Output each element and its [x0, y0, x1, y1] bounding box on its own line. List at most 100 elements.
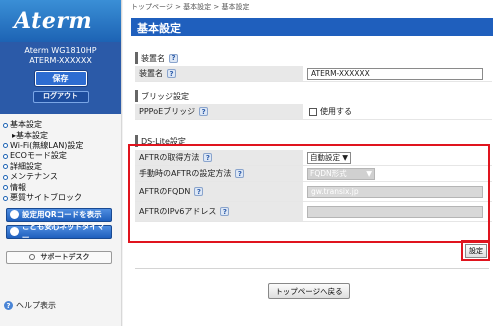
row-label: AFTRのFQDN ? [135, 182, 303, 201]
select-value: 自動設定 [310, 153, 340, 162]
bridge-heading: ブリッジ設定 [141, 91, 189, 101]
pppoe-bridge-label: PPPoEブリッジ [139, 107, 196, 116]
help-toggle[interactable]: ? ヘルプ表示 [4, 300, 56, 311]
chevron-down-icon: ▼ [342, 153, 348, 162]
manual-aftr-select[interactable]: FQDN形式 ▼ [307, 167, 375, 180]
device-model: Aterm WG1810HP [24, 46, 97, 55]
logo-text: Aterm [14, 8, 93, 34]
main-content: トップページ > 基本設定 > 基本設定 基本設定 装置名 ? 装置名 ? ブリ… [123, 0, 500, 326]
bullet-icon [3, 153, 8, 159]
row-label: PPPoEブリッジ ? [135, 104, 303, 119]
row-label: AFTRのIPv6アドレス ? [135, 202, 303, 221]
sidebar-item-wifi[interactable]: Wi-Fi(無線LAN)設定 [3, 141, 121, 152]
device-name-section: 装置名 ? 装置名 ? [135, 52, 492, 82]
help-icon[interactable]: ? [235, 169, 245, 178]
bullet-icon [3, 122, 8, 128]
apply-button[interactable]: 設定 [465, 244, 487, 258]
row-value: 使用する [303, 104, 492, 119]
sidebar-item-label: メンテナンス [10, 172, 58, 181]
chevron-down-icon: ▼ [366, 169, 372, 178]
bullet-icon [3, 195, 8, 201]
help-icon[interactable]: ? [203, 153, 213, 162]
bullet-icon [3, 185, 8, 191]
help-label: ヘルプ表示 [16, 301, 56, 310]
bridge-section: ブリッジ設定 PPPoEブリッジ ? 使用する [135, 90, 492, 120]
device-name-heading: 装置名 [141, 53, 165, 63]
pppoe-bridge-row: PPPoEブリッジ ? 使用する [135, 104, 492, 120]
section-heading: 装置名 ? [135, 52, 492, 64]
back-to-top-button[interactable]: トップページへ戻る [268, 283, 350, 299]
sidebar-item-maintenance[interactable]: メンテナンス [3, 172, 121, 183]
help-icon[interactable]: ? [169, 53, 178, 63]
support-icon [28, 254, 35, 260]
row-label: 装置名 ? [135, 66, 303, 81]
aftr-fqdn-input[interactable] [307, 185, 483, 198]
sidebar-item-basic[interactable]: 基本設定 [3, 120, 121, 131]
dslite-section: DS-Lite設定 AFTRの取得方法 ? 自動設定 ▼ 手動時のAFTRの設定… [135, 135, 492, 222]
row-value: FQDN形式 ▼ [303, 166, 492, 181]
qr-code-button[interactable]: 設定用QRコードを表示 [6, 207, 112, 222]
divider [135, 268, 489, 269]
select-value: FQDN形式 [310, 169, 347, 178]
sidebar-item-label: 詳細設定 [10, 161, 42, 171]
kids-timer-button-label: こども安心ネットタイマー [21, 221, 105, 242]
section-heading: DS-Lite設定 [135, 135, 492, 147]
sidebar-nav: 基本設定 ▸基本設定 Wi-Fi(無線LAN)設定 ECOモード設定 詳細設定 … [0, 114, 121, 204]
support-desk-label: サポートデスク [40, 253, 90, 261]
logout-button[interactable]: ログアウト [32, 91, 89, 103]
sidebar-item-eco[interactable]: ECOモード設定 [3, 151, 121, 162]
aftr-ipv6-row: AFTRのIPv6アドレス ? [135, 202, 492, 222]
support-desk-button[interactable]: サポートデスク [6, 250, 112, 264]
checkbox-label: 使用する [320, 107, 352, 116]
aftr-fqdn-label: AFTRのFQDN [139, 187, 191, 196]
manual-aftr-row: 手動時のAFTRの設定方法 ? FQDN形式 ▼ [135, 166, 492, 182]
bullet-icon [3, 174, 8, 180]
sidebar-item-label: 情報 [10, 182, 26, 192]
sidebar-item-site-block[interactable]: 悪質サイトブロック [3, 193, 121, 204]
sidebar-item-label: 基本設定 [10, 120, 42, 129]
help-icon[interactable]: ? [199, 107, 209, 116]
device-name-label: 装置名 [139, 69, 163, 78]
device-info-panel: Aterm WG1810HP ATERM-XXXXXX 保存 ログアウト [0, 42, 121, 114]
bullet-icon [3, 143, 8, 149]
settei-highlight-box: 設定 [461, 240, 490, 261]
manual-aftr-label: 手動時のAFTRの設定方法 [139, 169, 232, 178]
sidebar-item-info[interactable]: 情報 [3, 183, 121, 194]
sidebar-item-label: 悪質サイトブロック [10, 193, 82, 202]
row-label: AFTRの取得方法 ? [135, 150, 303, 165]
device-name-row: 装置名 ? [135, 66, 492, 82]
row-value [303, 182, 492, 201]
aftr-method-row: AFTRの取得方法 ? 自動設定 ▼ [135, 150, 492, 166]
row-value: 自動設定 ▼ [303, 150, 492, 165]
sidebar: Aterm Aterm WG1810HP ATERM-XXXXXX 保存 ログア… [0, 0, 122, 326]
help-icon[interactable]: ? [167, 69, 176, 78]
device-ssid: ATERM-XXXXXX [29, 56, 92, 65]
bullet-icon [3, 164, 8, 170]
logo: Aterm [0, 0, 121, 42]
help-icon[interactable]: ? [220, 207, 230, 216]
dslite-heading: DS-Lite設定 [141, 136, 186, 146]
aftr-ipv6-label: AFTRのIPv6アドレス [139, 207, 217, 216]
save-button[interactable]: 保存 [34, 71, 87, 86]
device-name-input[interactable] [307, 67, 483, 80]
row-label: 手動時のAFTRの設定方法 ? [135, 166, 303, 181]
aftr-fqdn-row: AFTRのFQDN ? [135, 182, 492, 202]
row-value [303, 66, 492, 81]
row-value [303, 202, 492, 221]
aftr-ipv6-input[interactable] [307, 205, 483, 218]
breadcrumb: トップページ > 基本設定 > 基本設定 [131, 3, 250, 11]
help-icon: ? [4, 301, 13, 310]
page-title: 基本設定 [131, 18, 493, 36]
sidebar-item-advanced[interactable]: 詳細設定 [3, 162, 121, 173]
sidebar-item-label: Wi-Fi(無線LAN)設定 [10, 140, 84, 150]
qr-icon [10, 210, 19, 219]
aftr-method-select[interactable]: 自動設定 ▼ [307, 151, 351, 164]
sidebar-subitem-basic[interactable]: ▸基本設定 [3, 131, 121, 141]
pppoe-bridge-checkbox[interactable] [309, 107, 317, 116]
help-icon[interactable]: ? [194, 187, 204, 196]
sidebar-item-label: ECOモード設定 [10, 151, 67, 160]
aftr-method-label: AFTRの取得方法 [139, 153, 200, 162]
kids-timer-button[interactable]: こども安心ネットタイマー [6, 222, 112, 242]
section-heading: ブリッジ設定 [135, 90, 492, 102]
timer-icon [10, 227, 19, 236]
